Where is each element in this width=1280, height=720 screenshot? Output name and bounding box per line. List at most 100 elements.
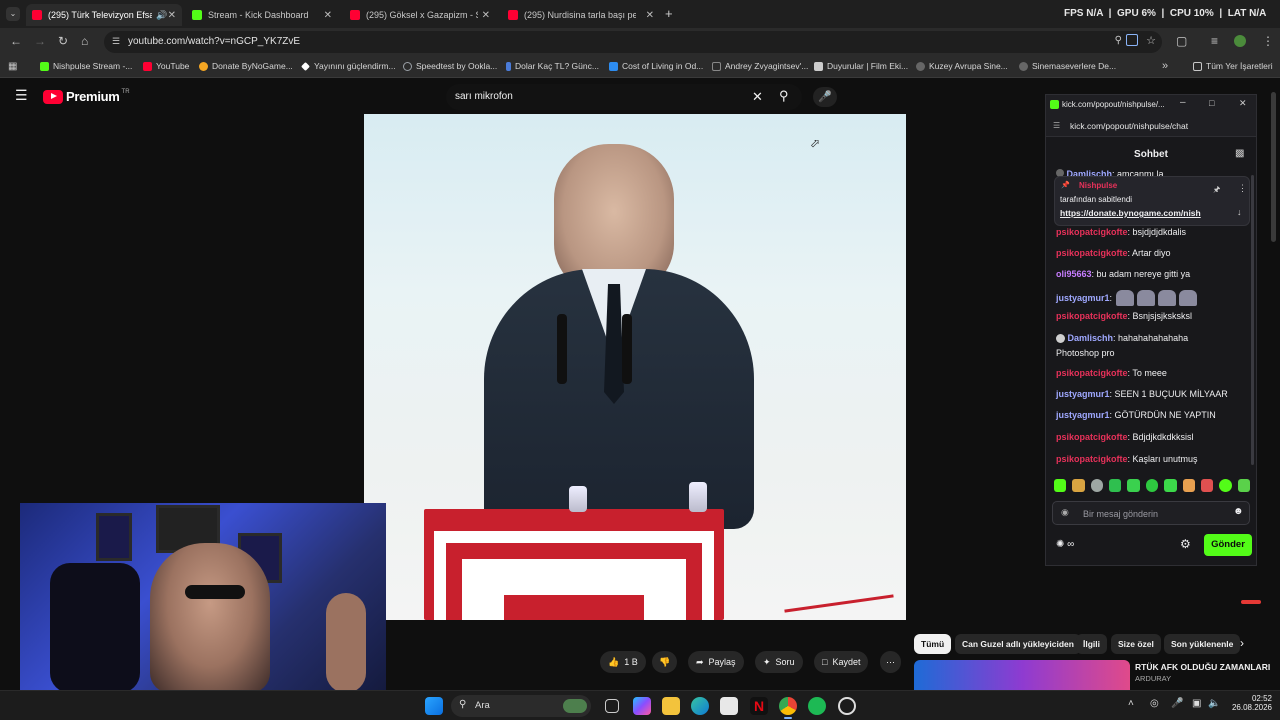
copilot-icon[interactable] [633,697,651,715]
chips-next-icon[interactable]: › [1240,636,1244,650]
chip-uploader[interactable]: Can Guzel adlı yükleyiciden [955,634,1081,654]
chat-username[interactable]: psikopatcigkofte [1056,311,1128,321]
close-tab-icon[interactable]: ✕ [168,10,176,21]
tab-youtube-2[interactable]: (295) Göksel x Gazapizm - Sen ✕ [344,4,496,26]
video-player[interactable]: ⬀ [364,114,906,620]
clear-search-icon[interactable]: ✕ [752,89,763,105]
zoom-icon[interactable]: ⚲ [1115,35,1122,46]
save-button[interactable]: □ Kaydet [814,651,869,673]
emote-icon[interactable] [1127,479,1140,492]
ask-button[interactable]: ✦ Soru [755,651,803,673]
tray-network-icon[interactable]: ▣ [1192,698,1201,709]
emote-icon[interactable] [1109,479,1122,492]
like-button[interactable]: 👍 1 B [600,651,646,673]
send-button[interactable]: Gönder [1204,534,1252,556]
tray-volume-icon[interactable]: 🔈 [1208,698,1220,709]
recommendation-thumbnail[interactable] [914,660,1130,690]
chat-username[interactable]: justyagmur1 [1056,293,1110,303]
pinned-link[interactable]: https://donate.bynogame.com/nish [1060,208,1201,218]
more-actions-button[interactable]: ⋯ [880,651,901,673]
bookmark-item[interactable]: Andrey Zvyagintsev'... [712,61,808,71]
extensions-icon[interactable]: ▢ [1176,34,1187,48]
chip-recent[interactable]: Son yüklenenle [1164,634,1241,654]
expand-down-icon[interactable]: ↓ [1237,207,1242,217]
taskbar-search[interactable]: ⚲ Ara [451,695,591,717]
file-explorer-icon[interactable] [662,697,680,715]
pinned-menu-icon[interactable]: ⋮ [1238,183,1247,194]
address-bar[interactable]: ☰ youtube.com/watch?v=nGCP_YK7ZvE ⚲ ☆ [104,31,1162,53]
chat-username[interactable]: oli95663 [1056,269,1092,279]
bookmark-item[interactable]: YouTube [143,61,189,71]
share-button[interactable]: ➦ Paylaş [688,651,744,673]
chat-username[interactable]: psikopatcigkofte [1056,248,1128,258]
bookmark-item[interactable]: Sinemaseverlere De... [1019,61,1116,71]
chat-username[interactable]: justyagmur1 [1056,389,1110,399]
store-icon[interactable] [720,697,738,715]
obs-icon[interactable] [838,697,856,715]
chip-all[interactable]: Tümü [914,634,952,654]
forward-icon[interactable]: → [34,34,46,48]
chip-for-you[interactable]: Size özel [1111,634,1161,654]
task-view-icon[interactable] [605,699,619,713]
edge-icon[interactable] [691,697,709,715]
youtube-logo[interactable]: Premium TR [43,89,130,104]
chat-username[interactable]: psikopatcigkofte [1056,368,1128,378]
netflix-icon[interactable]: N [750,697,768,715]
all-bookmarks[interactable]: Tüm Yer İşaretleri [1193,61,1273,71]
cast-icon[interactable] [1126,34,1138,46]
emote-icon[interactable] [1145,479,1159,492]
recommendation-title[interactable]: RTÜK AFK OLDUĞU ZAMANLARI [1135,662,1270,672]
bookmark-item[interactable]: Nishpulse Stream -... [40,61,132,71]
bookmarks-overflow-icon[interactable]: » [1162,60,1168,72]
tray-app-icon[interactable]: ◎ [1150,698,1159,709]
tray-chevron-icon[interactable]: ˄ [1128,698,1134,709]
dislike-button[interactable]: 👎 [652,651,678,673]
emote-icon[interactable] [1054,479,1067,492]
chat-username[interactable]: Damlischh [1068,333,1114,343]
apps-grid-icon[interactable]: ▦ [8,61,17,72]
points-icon[interactable]: ✺ ∞ [1056,539,1074,550]
close-window-icon[interactable]: ✕ [1239,98,1247,109]
new-tab-button[interactable]: + [665,6,673,21]
home-icon[interactable]: ⌂ [81,34,88,48]
hamburger-menu-icon[interactable]: ☰ [15,87,28,104]
search-icon[interactable]: ⚲ [779,88,789,104]
chat-username[interactable]: psikopatcigkofte [1056,454,1128,464]
close-tab-icon[interactable]: ✕ [324,10,332,21]
emote-icon[interactable] [1219,479,1232,492]
emote-icon[interactable] [1090,479,1104,492]
chat-settings-icon[interactable]: ⚙ [1180,537,1191,551]
bookmark-item[interactable]: Speedtest by Ookla... [403,61,497,71]
clock[interactable]: 02:52 26.08.2026 [1222,694,1272,712]
site-info-icon[interactable]: ☰ [112,36,120,47]
pinned-message[interactable]: 📌 Nishpulse tarafından sabitlendi https:… [1054,176,1250,226]
reading-list-icon[interactable]: ≡ [1211,34,1218,48]
tab-kick-dashboard[interactable]: Stream - Kick Dashboard ✕ [186,4,338,26]
chrome-icon[interactable] [779,697,797,715]
profile-avatar-icon[interactable] [1234,35,1246,47]
menu-kebab-icon[interactable]: ⋮ [1262,34,1274,48]
unpin-icon[interactable]: 🖈 [1213,184,1220,198]
tray-mic-icon[interactable]: 🎤 [1171,698,1183,709]
reload-icon[interactable]: ↻ [58,34,68,48]
bookmark-item[interactable]: Donate ByNoGame... [199,61,293,71]
chat-scrollbar[interactable] [1251,175,1254,465]
chat-username[interactable]: psikopatcigkofte [1056,432,1128,442]
emote-icon[interactable] [1200,479,1214,492]
maximize-icon[interactable]: □ [1209,98,1214,108]
bookmark-item[interactable]: Dolar Kaç TL? Günc... [506,61,599,71]
search-input[interactable]: sarı mikrofon ✕ ⚲ [446,84,802,110]
bookmark-item[interactable]: Cost of Living in Od... [609,61,703,71]
spotify-icon[interactable] [808,697,826,715]
chat-message-input[interactable]: ◉ Bir mesaj gönderin ☻ [1052,501,1250,525]
chat-users-icon[interactable]: ▩ [1235,148,1244,159]
bookmark-item[interactable]: Duyurular | Film Eki... [814,61,908,71]
close-tab-icon[interactable]: ✕ [482,10,490,21]
tab-youtube-1[interactable]: (295) Türk Televizyon Efsan 🔊 ✕ [26,4,182,26]
emote-icon[interactable] [1164,479,1177,492]
bookmark-item[interactable]: Yayınını güçlendirm... [301,61,396,71]
tab-search-icon[interactable]: ⌄ [6,7,20,21]
emote-icon[interactable] [1072,479,1085,492]
close-tab-icon[interactable]: ✕ [646,10,654,21]
speaker-icon[interactable]: 🔊 [156,10,167,21]
